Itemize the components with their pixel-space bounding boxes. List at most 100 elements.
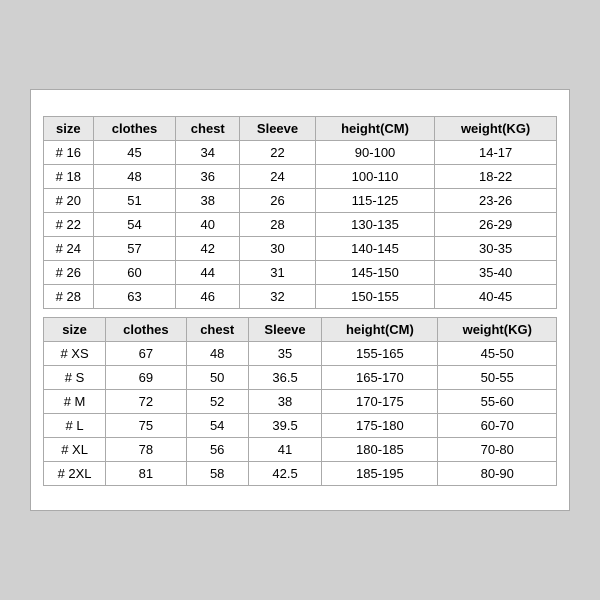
table-cell: 67 xyxy=(106,342,187,366)
table-cell: # 28 xyxy=(44,285,94,309)
table-row: # M725238170-17555-60 xyxy=(44,390,557,414)
table-cell: 31 xyxy=(240,261,316,285)
table-cell: 22 xyxy=(240,141,316,165)
table-cell: 24 xyxy=(240,165,316,189)
table-row: # 24574230140-14530-35 xyxy=(44,237,557,261)
table-cell: 58 xyxy=(186,462,248,486)
table-cell: # XL xyxy=(44,438,106,462)
table2-col-header: size xyxy=(44,318,106,342)
table-row: # 22544028130-13526-29 xyxy=(44,213,557,237)
table-cell: 30-35 xyxy=(435,237,557,261)
table-cell: 60-70 xyxy=(438,414,557,438)
table-cell: # 24 xyxy=(44,237,94,261)
table-cell: 180-185 xyxy=(322,438,438,462)
table-cell: 44 xyxy=(176,261,240,285)
table-cell: 36 xyxy=(176,165,240,189)
table-cell: 75 xyxy=(106,414,187,438)
table-cell: 51 xyxy=(93,189,176,213)
table-row: # XL785641180-18570-80 xyxy=(44,438,557,462)
table-cell: 115-125 xyxy=(315,189,434,213)
table-cell: 80-90 xyxy=(438,462,557,486)
table-cell: # L xyxy=(44,414,106,438)
table-cell: 42 xyxy=(176,237,240,261)
table-cell: 69 xyxy=(106,366,187,390)
table-cell: 14-17 xyxy=(435,141,557,165)
table1-col-header: Sleeve xyxy=(240,117,316,141)
table-cell: 41 xyxy=(248,438,322,462)
table-row: # S695036.5165-17050-55 xyxy=(44,366,557,390)
table-cell: 72 xyxy=(106,390,187,414)
table-cell: 90-100 xyxy=(315,141,434,165)
table-cell: 46 xyxy=(176,285,240,309)
table-cell: # 18 xyxy=(44,165,94,189)
table-row: # 18483624100-11018-22 xyxy=(44,165,557,189)
table-cell: 56 xyxy=(186,438,248,462)
table-cell: 50-55 xyxy=(438,366,557,390)
table-cell: 32 xyxy=(240,285,316,309)
table-cell: 55-60 xyxy=(438,390,557,414)
table-cell: 26 xyxy=(240,189,316,213)
table-cell: # XS xyxy=(44,342,106,366)
table-cell: # 16 xyxy=(44,141,94,165)
table-cell: 35-40 xyxy=(435,261,557,285)
table2-body: # XS674835155-16545-50# S695036.5165-170… xyxy=(44,342,557,486)
table1-col-header: clothes xyxy=(93,117,176,141)
table1-body: # 1645342290-10014-17# 18483624100-11018… xyxy=(44,141,557,309)
table-cell: 140-145 xyxy=(315,237,434,261)
table-row: # 26604431145-15035-40 xyxy=(44,261,557,285)
table-cell: 23-26 xyxy=(435,189,557,213)
size-table-2: sizeclotheschestSleeveheight(CM)weight(K… xyxy=(43,317,557,486)
table-cell: 170-175 xyxy=(322,390,438,414)
table-cell: # M xyxy=(44,390,106,414)
table-cell: 48 xyxy=(93,165,176,189)
size-chart-card: sizeclotheschestSleeveheight(CM)weight(K… xyxy=(30,89,570,511)
table1-col-header: chest xyxy=(176,117,240,141)
table1-col-header: height(CM) xyxy=(315,117,434,141)
table-cell: 54 xyxy=(186,414,248,438)
table-cell: # 26 xyxy=(44,261,94,285)
table-cell: 39.5 xyxy=(248,414,322,438)
table-cell: # S xyxy=(44,366,106,390)
table-cell: 175-180 xyxy=(322,414,438,438)
table-cell: # 22 xyxy=(44,213,94,237)
table-cell: 155-165 xyxy=(322,342,438,366)
table-cell: 26-29 xyxy=(435,213,557,237)
table-row: # 20513826115-12523-26 xyxy=(44,189,557,213)
table1-header-row: sizeclotheschestSleeveheight(CM)weight(K… xyxy=(44,117,557,141)
table-cell: 63 xyxy=(93,285,176,309)
table-cell: 145-150 xyxy=(315,261,434,285)
table-cell: 50 xyxy=(186,366,248,390)
table-cell: # 20 xyxy=(44,189,94,213)
table-cell: 34 xyxy=(176,141,240,165)
table-cell: 81 xyxy=(106,462,187,486)
table-cell: 18-22 xyxy=(435,165,557,189)
table-cell: 40-45 xyxy=(435,285,557,309)
table-cell: 70-80 xyxy=(438,438,557,462)
table-cell: 54 xyxy=(93,213,176,237)
table-cell: 42.5 xyxy=(248,462,322,486)
table-row: # 28634632150-15540-45 xyxy=(44,285,557,309)
table2-col-header: Sleeve xyxy=(248,318,322,342)
size-table-1: sizeclotheschestSleeveheight(CM)weight(K… xyxy=(43,116,557,309)
table-cell: 35 xyxy=(248,342,322,366)
table-cell: 165-170 xyxy=(322,366,438,390)
table2-header: sizeclotheschestSleeveheight(CM)weight(K… xyxy=(44,318,557,342)
table-cell: 57 xyxy=(93,237,176,261)
table-cell: 40 xyxy=(176,213,240,237)
table2-col-header: height(CM) xyxy=(322,318,438,342)
table-cell: 38 xyxy=(248,390,322,414)
table-cell: 28 xyxy=(240,213,316,237)
table-cell: 185-195 xyxy=(322,462,438,486)
table-cell: 150-155 xyxy=(315,285,434,309)
table1-header: sizeclotheschestSleeveheight(CM)weight(K… xyxy=(44,117,557,141)
table2-col-header: clothes xyxy=(106,318,187,342)
table-row: # L755439.5175-18060-70 xyxy=(44,414,557,438)
table2-col-header: weight(KG) xyxy=(438,318,557,342)
table-cell: 36.5 xyxy=(248,366,322,390)
table-cell: 78 xyxy=(106,438,187,462)
table2-col-header: chest xyxy=(186,318,248,342)
table-row: # 2XL815842.5185-19580-90 xyxy=(44,462,557,486)
table-cell: 45 xyxy=(93,141,176,165)
table-cell: 130-135 xyxy=(315,213,434,237)
table-row: # 1645342290-10014-17 xyxy=(44,141,557,165)
